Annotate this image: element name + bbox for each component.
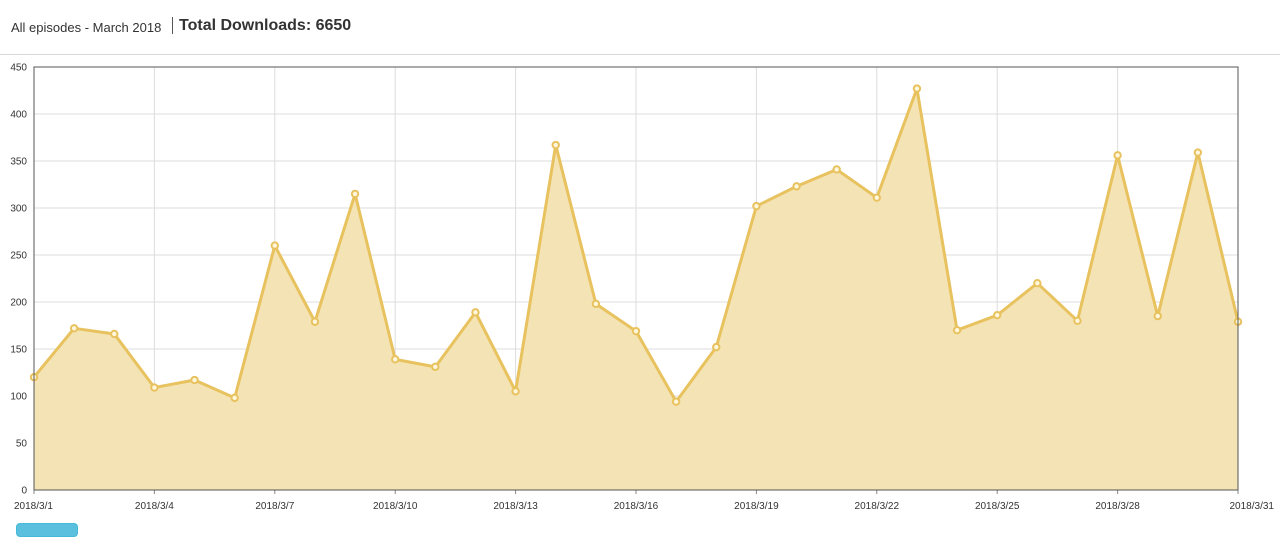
x-tick-label: 2018/3/10 bbox=[373, 501, 418, 512]
data-point bbox=[110, 329, 119, 339]
data-point bbox=[471, 308, 480, 317]
data-point bbox=[993, 310, 1002, 320]
data-point bbox=[952, 326, 962, 335]
x-tick-label: 2018/3/1 bbox=[14, 501, 53, 512]
x-tick-label: 2018/3/28 bbox=[1095, 501, 1140, 512]
y-tick-label: 400 bbox=[10, 110, 27, 121]
y-tick-label: 250 bbox=[10, 251, 27, 262]
data-point bbox=[551, 140, 560, 150]
data-point bbox=[270, 241, 279, 250]
data-point bbox=[792, 182, 801, 191]
data-point bbox=[671, 397, 681, 406]
y-tick-label: 100 bbox=[10, 392, 27, 403]
report-header: All episodes - March 2018 Total Download… bbox=[0, 0, 1280, 55]
y-tick-label: 50 bbox=[16, 439, 28, 450]
data-point bbox=[832, 165, 841, 174]
data-point bbox=[712, 342, 721, 352]
data-point bbox=[230, 393, 239, 403]
x-tick-label: 2018/3/22 bbox=[855, 501, 900, 512]
data-point bbox=[69, 324, 79, 333]
x-tick-label: 2018/3/16 bbox=[614, 501, 659, 512]
x-tick-label: 2018/3/13 bbox=[493, 501, 538, 512]
data-point bbox=[912, 84, 922, 93]
y-tick-label: 350 bbox=[10, 157, 27, 168]
y-tick-label: 450 bbox=[10, 63, 27, 74]
bottom-tab-button[interactable] bbox=[16, 523, 78, 537]
data-point bbox=[1193, 148, 1203, 157]
data-point bbox=[1073, 316, 1082, 325]
data-point bbox=[1113, 151, 1122, 160]
data-point bbox=[150, 383, 159, 392]
data-point bbox=[431, 362, 440, 372]
data-point bbox=[1153, 311, 1162, 321]
x-tick-label: 2018/3/19 bbox=[734, 501, 779, 512]
downloads-area-chart: 0 50 100 150 200 250 300 350 400 450 2018/3/1 2018/… bbox=[10, 63, 1275, 513]
data-point bbox=[872, 193, 881, 202]
data-point bbox=[591, 299, 601, 309]
x-tick-label: 2018/3/7 bbox=[255, 501, 294, 512]
data-point bbox=[310, 317, 320, 326]
data-point bbox=[391, 355, 400, 364]
data-point bbox=[190, 375, 199, 385]
data-point bbox=[511, 387, 520, 396]
x-tick-label: 2018/3/25 bbox=[975, 501, 1020, 512]
y-tick-label: 200 bbox=[10, 298, 27, 309]
data-point bbox=[752, 201, 761, 211]
x-tick-label: 2018/3/31 bbox=[1230, 501, 1275, 512]
y-tick-label: 300 bbox=[10, 204, 27, 215]
data-point bbox=[1033, 279, 1042, 288]
data-point bbox=[350, 189, 360, 199]
y-tick-label: 0 bbox=[21, 486, 27, 497]
total-downloads: Total Downloads: 6650 bbox=[179, 17, 352, 34]
report-subtitle: All episodes - March 2018 bbox=[11, 20, 162, 35]
data-point bbox=[631, 326, 641, 336]
x-tick-label: 2018/3/4 bbox=[135, 501, 174, 512]
y-tick-label: 150 bbox=[10, 345, 27, 356]
header-divider bbox=[172, 17, 173, 34]
